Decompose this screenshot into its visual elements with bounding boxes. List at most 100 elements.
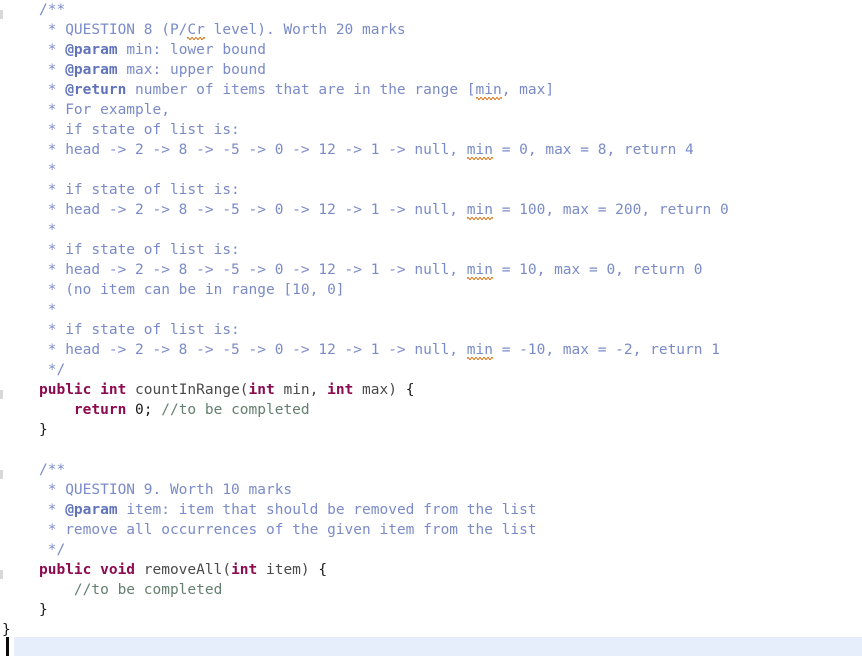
- code-token: int: [248, 382, 275, 398]
- code-token: *: [39, 162, 57, 178]
- code-token: * head -> 2 -> 8 -> -5 -> 0 -> 12 -> 1 -…: [39, 262, 467, 278]
- code-token: *: [39, 222, 57, 238]
- code-token: min,: [274, 382, 328, 398]
- code-token: }: [39, 602, 48, 618]
- code-token: /**: [39, 462, 66, 478]
- code-line[interactable]: * if state of list is:: [0, 120, 862, 140]
- code-token: removeAll(: [135, 562, 232, 578]
- code-token: */: [39, 362, 66, 378]
- code-token: = 10, max = 0, return 0: [492, 262, 703, 278]
- code-token: @param: [65, 42, 118, 58]
- code-token: public int: [39, 382, 127, 398]
- code-token: *: [39, 42, 66, 58]
- code-token: min: [466, 202, 493, 218]
- code-line[interactable]: * if state of list is:: [0, 320, 862, 340]
- code-line[interactable]: * @param min: lower bound: [0, 40, 862, 60]
- code-token: min: lower bound: [117, 42, 266, 58]
- code-token: item: item that should be removed from t…: [117, 502, 537, 518]
- code-token: *: [39, 82, 66, 98]
- code-token: item): [257, 562, 319, 578]
- code-token: min: [466, 342, 493, 358]
- code-token: * For example,: [39, 102, 170, 118]
- code-token: * remove all occurrences of the given it…: [39, 522, 537, 538]
- code-line[interactable]: *: [0, 220, 862, 240]
- code-token: * if state of list is:: [39, 322, 240, 338]
- code-line[interactable]: * head -> 2 -> 8 -> -5 -> 0 -> 12 -> 1 -…: [0, 140, 862, 160]
- code-token: *: [39, 62, 66, 78]
- code-token: * if state of list is:: [39, 182, 240, 198]
- code-line[interactable]: * head -> 2 -> 8 -> -5 -> 0 -> 12 -> 1 -…: [0, 260, 862, 280]
- code-token: = 100, max = 200, return 0: [492, 202, 729, 218]
- code-token: countInRange(: [126, 382, 249, 398]
- code-line[interactable]: * if state of list is:: [0, 240, 862, 260]
- code-token: level). Worth 20 marks: [204, 22, 406, 38]
- code-token: /**: [39, 2, 66, 18]
- code-token: }: [39, 422, 48, 438]
- code-token: *: [39, 502, 66, 518]
- code-line[interactable]: [0, 440, 862, 460]
- code-token: @return: [65, 82, 127, 98]
- code-line[interactable]: *: [0, 160, 862, 180]
- code-token: max: upper bound: [117, 62, 266, 78]
- code-token: */: [39, 542, 66, 558]
- code-line[interactable]: public int countInRange(int min, int max…: [0, 380, 862, 400]
- code-line[interactable]: * QUESTION 8 (P/Cr level). Worth 20 mark…: [0, 20, 862, 40]
- code-token: = -10, max = -2, return 1: [492, 342, 720, 358]
- code-line[interactable]: * For example,: [0, 100, 862, 120]
- code-token: {: [405, 382, 415, 398]
- code-line[interactable]: return 0; //to be completed: [0, 400, 862, 420]
- code-text-area[interactable]: /** * QUESTION 8 (P/Cr level). Worth 20 …: [0, 0, 862, 657]
- code-token: int: [327, 382, 354, 398]
- code-line[interactable]: /**: [0, 0, 862, 20]
- code-token: * QUESTION 9. Worth 10 marks: [39, 482, 293, 498]
- code-token: return: [73, 402, 127, 418]
- code-line[interactable]: * if state of list is:: [0, 180, 862, 200]
- code-token: , max]: [501, 82, 555, 98]
- code-token: min: [466, 262, 493, 278]
- code-token: //to be completed: [73, 582, 223, 598]
- code-token: * if state of list is:: [39, 242, 240, 258]
- code-token: * head -> 2 -> 8 -> -5 -> 0 -> 12 -> 1 -…: [39, 202, 467, 218]
- code-line[interactable]: public void removeAll(int item) {: [0, 560, 862, 580]
- code-line[interactable]: * (no item can be in range [10, 0]: [0, 280, 862, 300]
- code-token: max): [353, 382, 406, 398]
- code-line[interactable]: */: [0, 540, 862, 560]
- code-token: * if state of list is:: [39, 122, 240, 138]
- code-token: @param: [65, 502, 118, 518]
- code-line[interactable]: * head -> 2 -> 8 -> -5 -> 0 -> 12 -> 1 -…: [0, 200, 862, 220]
- code-line[interactable]: //to be completed: [0, 580, 862, 600]
- code-line[interactable]: * @param item: item that should be remov…: [0, 500, 862, 520]
- code-token: * head -> 2 -> 8 -> -5 -> 0 -> 12 -> 1 -…: [39, 142, 467, 158]
- code-token: min: [466, 142, 493, 158]
- code-token: number of items that are in the range [: [126, 82, 476, 98]
- code-token: @param: [65, 62, 118, 78]
- code-token: *: [39, 302, 57, 318]
- code-token: int: [231, 562, 258, 578]
- code-token: 0;: [126, 402, 162, 418]
- code-line[interactable]: [0, 637, 862, 657]
- code-line[interactable]: */: [0, 360, 862, 380]
- code-line[interactable]: /**: [0, 460, 862, 480]
- code-line[interactable]: }: [0, 420, 862, 440]
- code-token: = 0, max = 8, return 4: [492, 142, 694, 158]
- code-token: min: [475, 82, 502, 98]
- code-token: {: [318, 562, 328, 578]
- code-line[interactable]: * @return number of items that are in th…: [0, 80, 862, 100]
- code-editor[interactable]: /** * QUESTION 8 (P/Cr level). Worth 20 …: [0, 0, 862, 657]
- code-line[interactable]: * QUESTION 9. Worth 10 marks: [0, 480, 862, 500]
- code-line[interactable]: * @param max: upper bound: [0, 60, 862, 80]
- code-token: Cr: [187, 22, 205, 38]
- code-line[interactable]: * remove all occurrences of the given it…: [0, 520, 862, 540]
- code-line[interactable]: * head -> 2 -> 8 -> -5 -> 0 -> 12 -> 1 -…: [0, 340, 862, 360]
- code-token: * QUESTION 8 (P/: [39, 22, 188, 38]
- code-token: }: [2, 622, 11, 638]
- text-caret: [6, 637, 9, 656]
- code-token: public void: [39, 562, 136, 578]
- code-token: * head -> 2 -> 8 -> -5 -> 0 -> 12 -> 1 -…: [39, 342, 467, 358]
- code-line[interactable]: }: [0, 600, 862, 620]
- code-line[interactable]: *: [0, 300, 862, 320]
- code-token: //to be completed: [161, 402, 310, 418]
- code-token: * (no item can be in range [10, 0]: [39, 282, 345, 298]
